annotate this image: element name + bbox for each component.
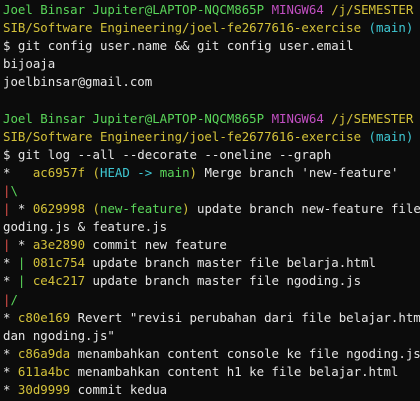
terminal-line: Joel Binsar Jupiter@LAPTOP-NQCM865P MING… (3, 110, 416, 128)
terminal-text: /j/SEMESTER 5 (331, 2, 420, 17)
terminal-line: dan ngoding.js" (3, 327, 416, 345)
terminal-text: * (3, 309, 18, 325)
terminal-text: $ git config user.name && git config use… (3, 38, 354, 54)
terminal-text: \ (10, 182, 18, 198)
terminal-text: Merge branch 'new-feature' (197, 164, 399, 180)
terminal-text: goding.js & feature.js (3, 219, 168, 235)
terminal-line: bijoaja (3, 55, 416, 73)
terminal-text: commit new feature (85, 237, 227, 253)
terminal-text: Joel Binsar Jupiter@LAPTOP-NQCM865P (3, 110, 265, 126)
terminal-text: * (3, 345, 18, 361)
terminal-line: * 611a4bc menambahkan content h1 ke file… (3, 363, 416, 381)
terminal-text: bijoaja (3, 56, 56, 72)
terminal-text: MINGW64 (271, 2, 324, 17)
terminal-text: ce4c217 (32, 273, 86, 289)
terminal-text: * (3, 164, 33, 180)
terminal-text: 611a4bc (17, 363, 71, 379)
terminal-text: main (159, 164, 190, 180)
terminal-text: (main) (368, 128, 414, 144)
terminal-text: dan ngoding.js" (3, 327, 115, 343)
terminal-line: | * a3e2890 commit new feature (3, 236, 416, 254)
terminal-text: * (3, 255, 18, 271)
terminal-text: c80e169 (17, 309, 71, 325)
terminal-text: 30d9999 (17, 381, 71, 397)
terminal-text: * (3, 273, 18, 289)
terminal-line: | * 0629998 (new-feature) update branch … (3, 200, 420, 218)
terminal-text: update branch master file belarja.html (85, 255, 376, 271)
terminal-text: * (17, 201, 33, 217)
terminal-line: * c80e169 Revert "revisi perubahan dari … (3, 309, 420, 327)
terminal-line: * c86a9da menambahkan content console ke… (3, 345, 420, 363)
terminal-text: SIB/Software Engineering/joel-fe2677616-… (3, 20, 362, 36)
terminal-line: joelbinsar@gmail.com (3, 73, 416, 91)
terminal-text: * (17, 237, 33, 253)
terminal-text: Joel Binsar Jupiter@LAPTOP-NQCM865P (3, 2, 265, 17)
terminal-text: Revert "revisi perubahan dari file belaj… (70, 309, 420, 325)
terminal-text: (main) (368, 20, 414, 36)
terminal-text: update branch new-feature file n (189, 201, 420, 217)
terminal-line: * ac6957f (HEAD -> main) Merge branch 'n… (3, 164, 416, 182)
terminal-line: SIB/Software Engineering/joel-fe2677616-… (3, 19, 416, 37)
terminal-line: $ git log --all --decorate --oneline --g… (3, 146, 416, 164)
terminal-text: * (3, 363, 18, 379)
terminal-text: MINGW64 (271, 110, 324, 126)
terminal-text: HEAD -> (100, 164, 160, 180)
terminal-text: 081c754 (32, 255, 86, 271)
terminal-text: * (3, 381, 18, 397)
terminal-line: * | ce4c217 update branch master file ng… (3, 272, 416, 290)
terminal-text: /j/SEMESTER 5 (331, 110, 420, 126)
terminal-text: | (3, 201, 18, 217)
terminal-text: ) (182, 201, 190, 217)
terminal-text: ac6957f (32, 164, 86, 180)
terminal-text: menambahkan content console ke file ngod… (70, 345, 420, 361)
terminal-line: goding.js & feature.js (3, 218, 416, 236)
terminal-line: * 30d9999 commit kedua (3, 381, 416, 399)
terminal-text: joelbinsar@gmail.com (3, 74, 153, 90)
terminal-text: / (10, 291, 18, 307)
terminal-text: | (17, 255, 33, 271)
terminal-line: $ git config user.name && git config use… (3, 37, 416, 55)
terminal-line: * | 081c754 update branch master file be… (3, 254, 416, 272)
terminal-text: | (17, 273, 33, 289)
terminal-line: |\ (3, 182, 416, 200)
terminal-line: |/ (3, 291, 416, 309)
terminal-text: ) (189, 164, 197, 180)
terminal-text: commit kedua (70, 381, 168, 397)
terminal-text: ( (92, 164, 100, 180)
terminal-text: menambahkan content h1 ke file belajar.h… (70, 363, 399, 379)
terminal-text: ( (92, 201, 100, 217)
terminal-text: c86a9da (17, 345, 71, 361)
terminal-line: Joel Binsar Jupiter@LAPTOP-NQCM865P MING… (3, 1, 416, 19)
terminal-text: 0629998 (32, 201, 86, 217)
terminal-window[interactable]: Joel Binsar Jupiter@LAPTOP-NQCM865P MING… (0, 0, 420, 401)
terminal-text: $ git log --all --decorate --oneline --g… (3, 146, 332, 162)
terminal-line: SIB/Software Engineering/joel-fe2677616-… (3, 128, 416, 146)
terminal-text: new-feature (100, 201, 183, 217)
terminal-text: a3e2890 (32, 237, 86, 253)
terminal-text: update branch master file ngoding.js (85, 273, 362, 289)
terminal-text: | (3, 237, 18, 253)
terminal-text: SIB/Software Engineering/joel-fe2677616-… (3, 128, 362, 144)
